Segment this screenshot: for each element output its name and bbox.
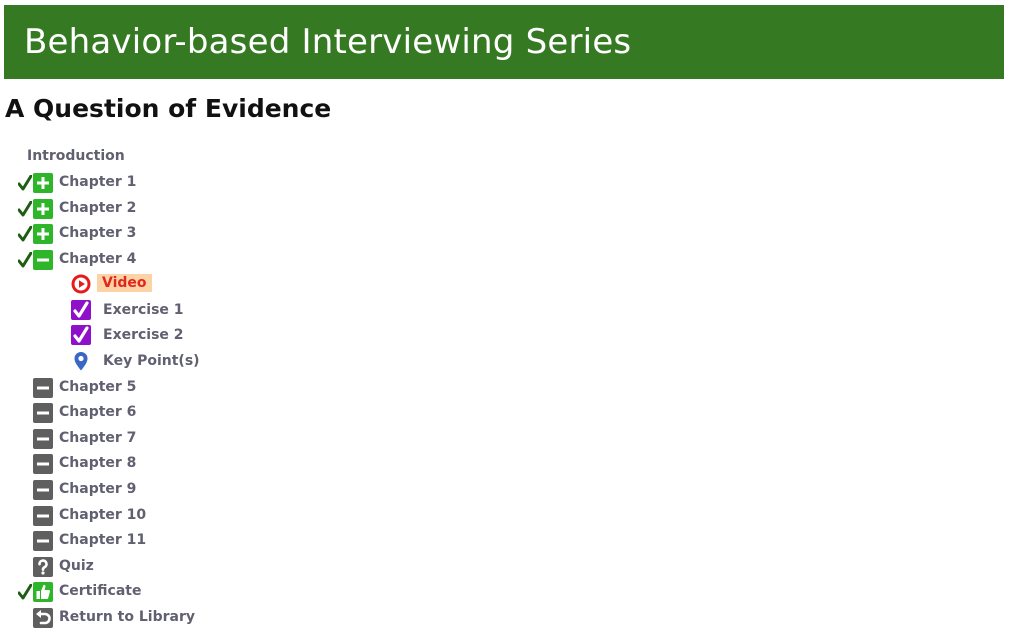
expand-plus-icon[interactable] bbox=[33, 224, 53, 244]
toc-chapter-9[interactable]: Chapter 9 bbox=[0, 479, 160, 501]
checkmark-icon bbox=[18, 252, 32, 268]
toc-chapter-11[interactable]: Chapter 11 bbox=[0, 530, 170, 552]
checkmark-icon bbox=[18, 201, 32, 217]
minus-icon bbox=[33, 378, 53, 398]
toc-item-certificate[interactable]: Certificate bbox=[0, 581, 170, 603]
toc-item-label: Chapter 6 bbox=[59, 404, 137, 420]
minus-icon bbox=[33, 480, 53, 500]
toc-item-label: Chapter 7 bbox=[59, 430, 137, 446]
toc-item-label: Quiz bbox=[59, 558, 94, 574]
toc-item-label: Chapter 11 bbox=[59, 532, 147, 548]
toc-chapter-3[interactable]: Chapter 3 bbox=[0, 223, 160, 245]
toc-item-label: Chapter 2 bbox=[59, 200, 137, 216]
toc-item-label: Chapter 1 bbox=[59, 174, 137, 190]
toc-subitem-label-active: Video bbox=[97, 274, 152, 292]
toc-item-label: Chapter 4 bbox=[59, 251, 137, 267]
toc-item-introduction[interactable]: Introduction bbox=[0, 146, 140, 168]
expand-plus-icon[interactable] bbox=[33, 173, 53, 193]
collapse-minus-icon[interactable] bbox=[33, 250, 53, 270]
toc-subitem-key-points[interactable]: Key Point(s) bbox=[0, 351, 200, 373]
toc-item-quiz[interactable]: Quiz bbox=[0, 556, 140, 578]
thumbs-up-icon bbox=[33, 582, 53, 602]
toc-item-return-to-library[interactable]: Return to Library bbox=[0, 607, 200, 629]
checkmark-icon bbox=[18, 584, 32, 600]
table-of-contents: Introduction Chapter 1 Chapter 2 Chapter… bbox=[0, 0, 400, 638]
toc-item-label: Chapter 10 bbox=[59, 507, 147, 523]
minus-icon bbox=[33, 454, 53, 474]
toc-item-label: Exercise 1 bbox=[103, 302, 184, 318]
toc-item-label: Return to Library bbox=[59, 609, 195, 625]
toc-subitem-exercise-2[interactable]: Exercise 2 bbox=[0, 325, 190, 347]
toc-chapter-8[interactable]: Chapter 8 bbox=[0, 453, 160, 475]
toc-item-label: Key Point(s) bbox=[103, 353, 200, 369]
toc-item-label: Chapter 8 bbox=[59, 455, 137, 471]
toc-chapter-2[interactable]: Chapter 2 bbox=[0, 198, 160, 220]
checkmark-icon bbox=[18, 226, 32, 242]
play-icon bbox=[71, 274, 91, 294]
toc-chapter-4[interactable]: Chapter 4 bbox=[0, 249, 160, 271]
toc-chapter-7[interactable]: Chapter 7 bbox=[0, 428, 160, 450]
minus-icon bbox=[33, 403, 53, 423]
minus-icon bbox=[33, 531, 53, 551]
minus-icon bbox=[33, 429, 53, 449]
toc-chapter-6[interactable]: Chapter 6 bbox=[0, 402, 160, 424]
toc-item-label: Chapter 3 bbox=[59, 225, 137, 241]
expand-plus-icon[interactable] bbox=[33, 199, 53, 219]
toc-chapter-5[interactable]: Chapter 5 bbox=[0, 377, 160, 399]
toc-item-label: Exercise 2 bbox=[103, 327, 184, 343]
question-mark-icon bbox=[33, 557, 53, 577]
checkmark-icon bbox=[18, 175, 32, 191]
toc-subitem-video[interactable]: Video bbox=[0, 274, 180, 296]
toc-item-label: Chapter 5 bbox=[59, 379, 137, 395]
toc-chapter-1[interactable]: Chapter 1 bbox=[0, 172, 160, 194]
checkbox-icon bbox=[71, 325, 91, 345]
checkbox-icon bbox=[71, 300, 91, 320]
toc-chapter-10[interactable]: Chapter 10 bbox=[0, 505, 170, 527]
map-pin-icon bbox=[74, 352, 88, 371]
toc-item-label: Certificate bbox=[59, 583, 142, 599]
toc-item-label: Chapter 9 bbox=[59, 481, 137, 497]
return-arrow-icon bbox=[33, 608, 53, 628]
toc-item-label: Introduction bbox=[27, 148, 125, 164]
toc-subitem-exercise-1[interactable]: Exercise 1 bbox=[0, 300, 190, 322]
minus-icon bbox=[33, 506, 53, 526]
